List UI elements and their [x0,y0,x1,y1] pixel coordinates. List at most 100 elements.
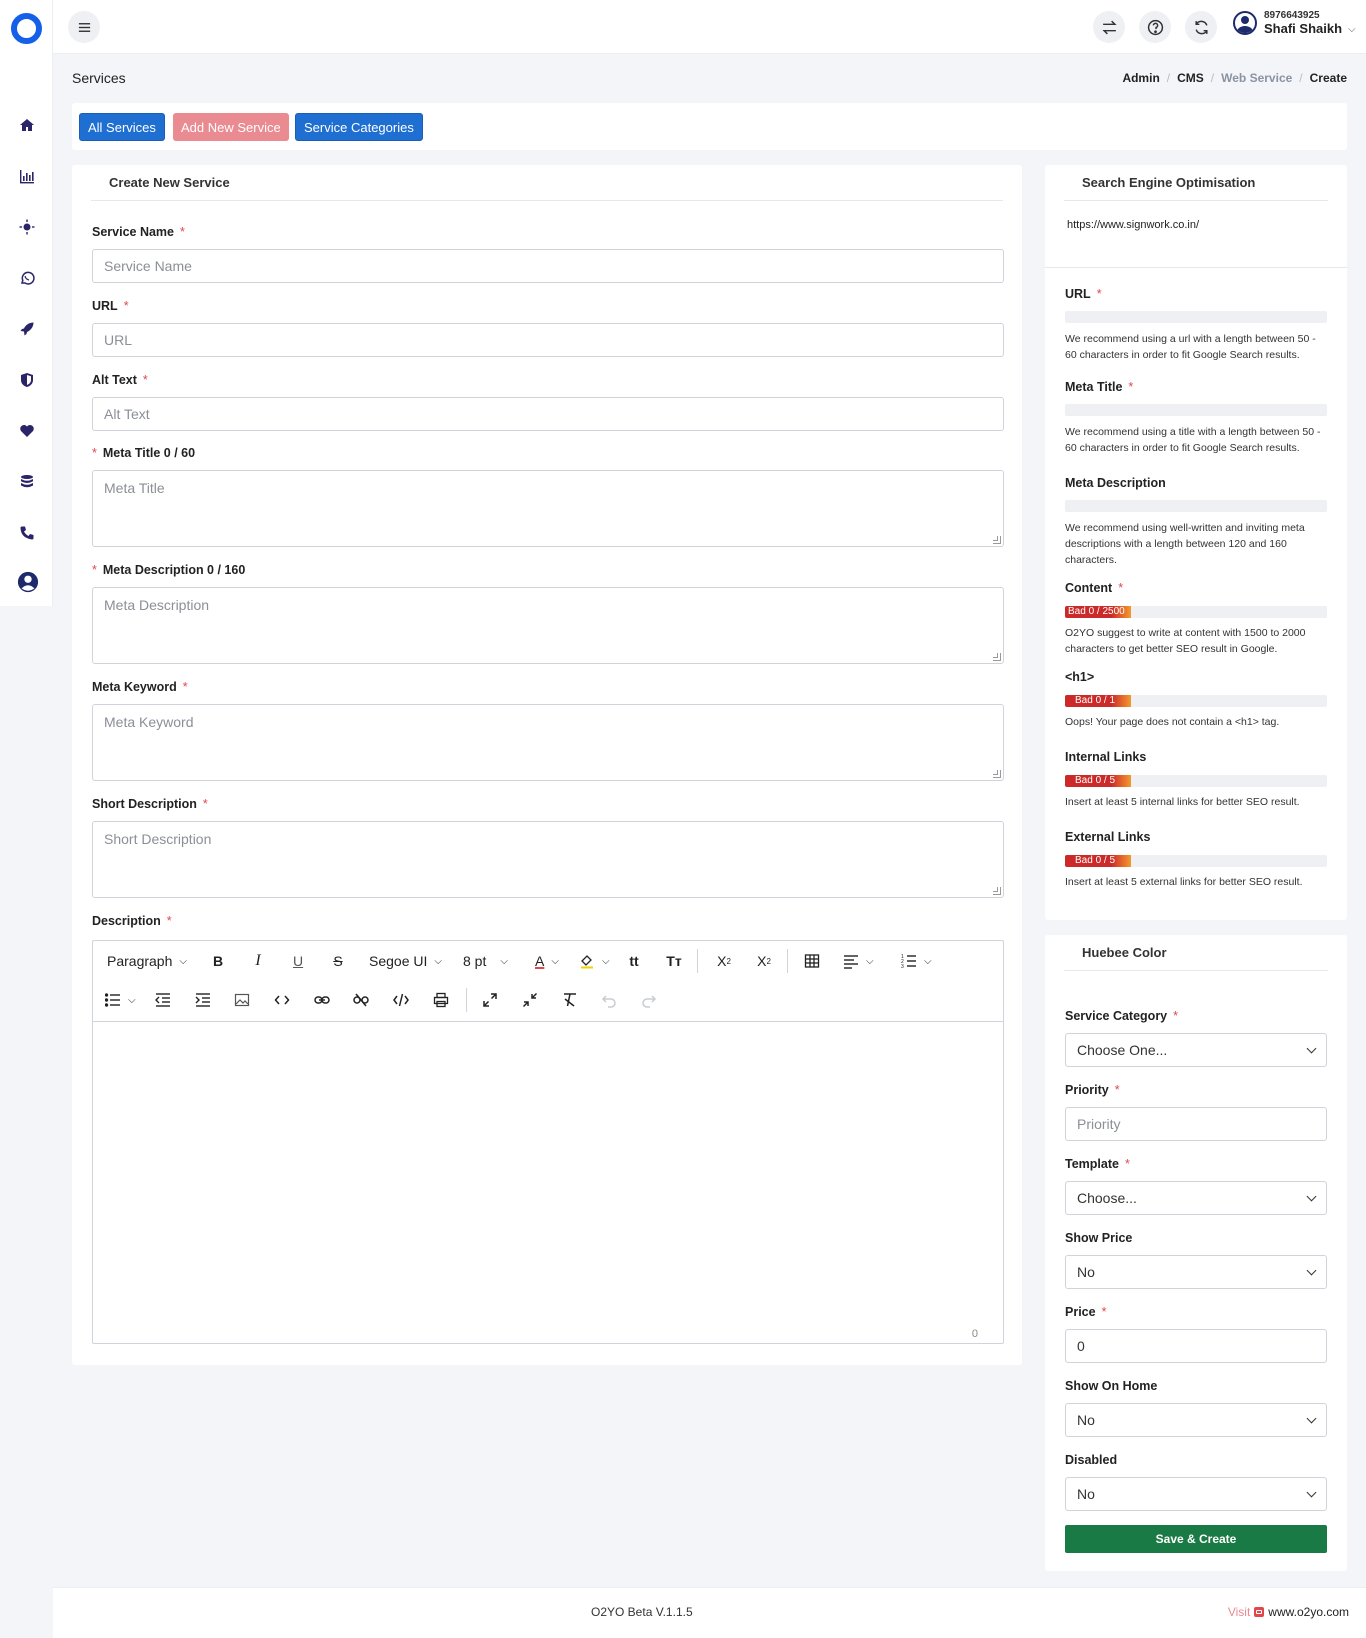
seo-meta-description-label: Meta Description [1065,476,1166,490]
help-icon[interactable] [1139,11,1171,43]
table-icon[interactable] [804,950,820,972]
image-icon[interactable] [234,989,250,1011]
seo-content-help: O2YO suggest to write at content with 15… [1065,627,1306,655]
page-title: Services [72,70,126,86]
short-description-textarea[interactable]: Short Description [92,821,1004,898]
meta-title-label: * Meta Title 0 / 60 [92,446,196,460]
highlight-color-icon[interactable]: ⌵ [579,950,610,972]
huebee-card: Huebee Color Service Category * Choose On… [1045,935,1347,1571]
analytics-icon[interactable] [16,165,38,187]
all-services-button[interactable]: All Services [79,113,165,141]
strikethrough-icon[interactable]: S [330,950,346,972]
user-phone: 8976643925 [1264,10,1320,21]
profile-icon[interactable] [16,570,40,594]
rocket-icon[interactable] [16,318,38,340]
alt-text-input[interactable]: Alt Text [92,397,1004,431]
lightbulb-icon[interactable] [16,216,38,238]
outdent-icon[interactable] [155,989,171,1011]
visit-site: www.o2yo.com [1268,1605,1349,1619]
underline-icon[interactable]: U [290,950,306,972]
lowercase-icon[interactable]: tt [626,950,642,972]
redo-icon[interactable] [641,989,657,1011]
show-on-home-label: Show On Home [1065,1379,1158,1393]
price-input[interactable]: 0 [1065,1329,1327,1363]
meta-keyword-textarea[interactable]: Meta Keyword [92,704,1004,781]
breadcrumb-web-service[interactable]: Web Service [1221,71,1292,85]
chevron-down-icon: ⌵ [1348,23,1356,35]
meta-description-textarea[interactable]: Meta Description [92,587,1004,664]
service-categories-button[interactable]: Service Categories [295,113,423,141]
font-size-dropdown[interactable]: 8 pt ⌵ [463,950,508,972]
undo-icon[interactable] [601,989,617,1011]
visit-label: Visit [1227,1605,1251,1619]
chevron-down-icon [1306,1413,1317,1424]
seo-internal-links-help: Insert at least 5 internal links for bet… [1065,796,1300,808]
source-code-icon[interactable] [393,989,409,1011]
disabled-select[interactable]: No [1065,1477,1327,1511]
bullet-list-icon[interactable]: ⌵ [105,989,136,1011]
refresh-icon[interactable] [1185,11,1217,43]
template-label: Template * [1065,1157,1130,1171]
meta-title-textarea[interactable]: Meta Title [92,470,1004,547]
editor-body[interactable] [93,1023,1003,1343]
chevron-down-icon [1306,1043,1317,1054]
seo-internal-links-badge: Bad 0 / 5 [1065,775,1131,787]
hamburger-menu-icon[interactable] [68,11,100,43]
uppercase-icon[interactable]: Tт [666,950,682,972]
fullscreen-icon[interactable] [482,989,498,1011]
superscript-icon[interactable]: X2 [715,950,733,972]
save-create-button[interactable]: Save & Create [1065,1525,1327,1553]
font-family-dropdown[interactable]: Segoe UI ⌵ [369,950,442,972]
switch-icon[interactable] [1093,11,1125,43]
whatsapp-icon[interactable] [16,267,38,289]
breadcrumb-admin[interactable]: Admin [1122,71,1159,85]
italic-icon[interactable]: I [250,950,266,972]
text-color-icon[interactable]: A ⌵ [535,950,559,972]
block-format-dropdown[interactable]: Paragraph ⌵ [107,950,187,972]
seo-url-bar [1065,311,1327,323]
add-new-service-button[interactable]: Add New Service [173,113,289,141]
app-logo[interactable] [11,13,42,44]
priority-input[interactable]: Priority [1065,1107,1327,1141]
url-input[interactable]: URL [92,323,1004,357]
subscript-icon[interactable]: X2 [755,950,773,972]
heart-icon[interactable] [16,420,38,442]
database-icon[interactable] [16,471,38,493]
visit-link[interactable]: Visit www.o2yo.com [1228,1605,1349,1619]
breadcrumb-cms[interactable]: CMS [1177,71,1204,85]
show-price-select[interactable]: No [1065,1255,1327,1289]
top-bar: 8976643925 Shafi Shaikh ⌵ [53,0,1366,54]
bold-icon[interactable]: B [210,950,226,972]
svg-text:3: 3 [901,964,904,969]
service-category-select[interactable]: Choose One... [1065,1033,1327,1067]
show-on-home-select[interactable]: No [1065,1403,1327,1437]
indent-icon[interactable] [195,989,211,1011]
service-name-input[interactable]: Service Name [92,249,1004,283]
shield-icon[interactable] [16,369,38,391]
seo-h1-label: <h1> [1065,670,1095,684]
template-select[interactable]: Choose... [1065,1181,1327,1215]
url-label: URL * [92,299,129,313]
service-category-label: Service Category * [1065,1009,1179,1023]
create-service-card: Create New Service Service Name * Service… [72,165,1022,1365]
phone-icon[interactable] [16,522,38,544]
user-menu[interactable]: 8976643925 Shafi Shaikh ⌵ [1233,10,1356,36]
seo-site-url: https://www.signwork.co.in/ [1067,219,1200,231]
link-icon[interactable] [314,989,330,1011]
service-name-label: Service Name * [92,225,185,239]
align-icon[interactable]: ⌵ [843,950,874,972]
service-tabs: All Services Add New Service Service Cat… [72,103,1347,150]
unlink-icon[interactable] [353,989,369,1011]
seo-h1-badge: Bad 0 / 1 [1065,695,1131,707]
seo-meta-description-help: We recommend using well-written and invi… [1065,522,1305,566]
numbered-list-icon[interactable]: 1 2 3 ⌵ [901,950,932,972]
clear-formatting-icon[interactable] [562,989,578,1011]
o2yo-logo-icon [1254,1607,1265,1617]
code-icon[interactable] [274,989,290,1011]
print-icon[interactable] [433,989,449,1011]
seo-external-links-bar: Bad 0 / 5 [1065,855,1327,867]
exit-fullscreen-icon[interactable] [522,989,538,1011]
description-label: Description * [92,914,172,928]
seo-url-help: We recommend using a url with a length b… [1065,333,1316,361]
home-icon[interactable] [16,114,38,136]
